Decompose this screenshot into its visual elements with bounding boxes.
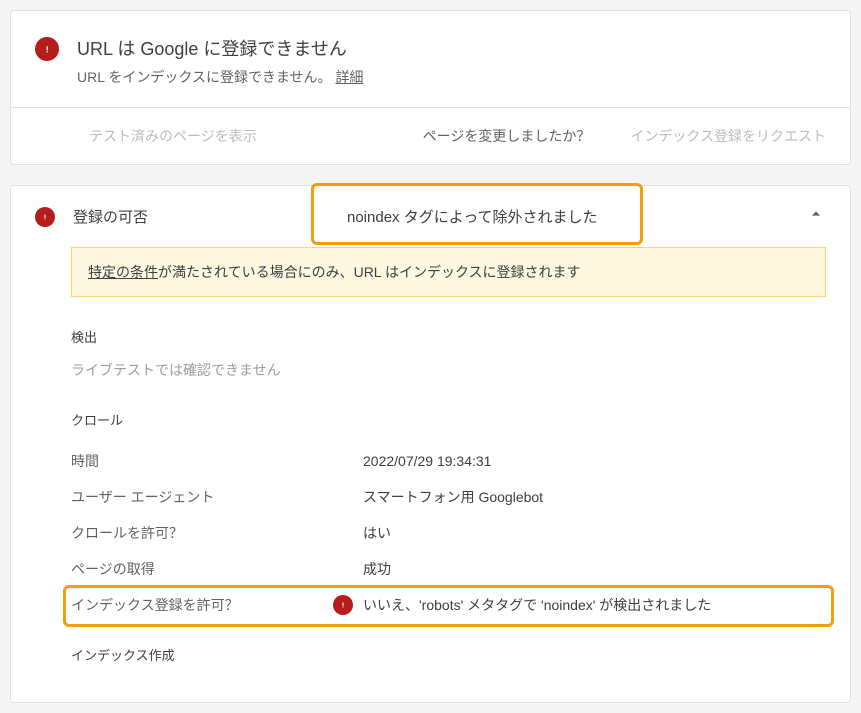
kv-row-allow-index: インデックス登録を許可？ いいえ、'robots' メタタグで 'noindex… [71, 587, 826, 623]
kv-row-page-fetch: ページの取得 成功 [71, 551, 826, 587]
error-icon [35, 37, 59, 61]
kv-key: ユーザー エージェント [71, 487, 333, 507]
kv-value: はい [363, 523, 391, 543]
page-changed-link[interactable]: ページを変更しましたか？ [423, 126, 591, 146]
notice-link[interactable]: 特定の条件 [88, 264, 158, 280]
registration-panel: 登録の可否 noindex タグによって除外されました 特定の条件が満たされてい… [10, 185, 851, 703]
kv-row-allow-crawl: クロールを許可？ はい [71, 515, 826, 551]
action-row: テスト済みのページを表示 ページを変更しましたか？ インデックス登録をリクエスト [11, 107, 850, 164]
chevron-up-icon [806, 204, 826, 229]
kv-row-allow-index-wrap: インデックス登録を許可？ いいえ、'robots' メタタグで 'noindex… [71, 587, 826, 623]
indexing-section-label: インデックス作成 [71, 645, 826, 664]
kv-key: ページの取得 [71, 559, 333, 579]
details-link[interactable]: 詳細 [335, 69, 363, 85]
request-indexing-link[interactable]: インデックス登録をリクエスト [630, 126, 826, 146]
kv-row-time: 時間 2022/07/29 19:34:31 [71, 443, 826, 479]
kv-key: インデックス登録を許可？ [71, 595, 333, 615]
view-tested-page-link[interactable]: テスト済みのページを表示 [89, 126, 257, 146]
kv-key: 時間 [71, 451, 333, 471]
crawl-section-label: クロール [71, 410, 826, 429]
kv-value: スマートフォン用 Googlebot [363, 487, 543, 507]
status-card: URL は Google に登録できません URL をインデックスに登録できませ… [10, 10, 851, 165]
panel-status: noindex タグによって除外されました [347, 206, 598, 227]
kv-value: いいえ、'robots' メタタグで 'noindex' が検出されました [363, 595, 711, 615]
panel-title: 登録の可否 [73, 206, 148, 227]
kv-row-agent: ユーザー エージェント スマートフォン用 Googlebot [71, 479, 826, 515]
error-icon [35, 207, 55, 227]
detection-section-text: ライブテストでは確認できません [71, 360, 826, 380]
status-text: URL は Google に登録できません URL をインデックスに登録できませ… [77, 35, 363, 87]
notice-box: 特定の条件が満たされている場合にのみ、URL はインデックスに登録されます [71, 247, 826, 297]
error-icon [333, 595, 353, 615]
status-header: URL は Google に登録できません URL をインデックスに登録できませ… [11, 11, 850, 107]
kv-value: 成功 [363, 559, 391, 579]
panel-body: 特定の条件が満たされている場合にのみ、URL はインデックスに登録されます 検出… [11, 247, 850, 702]
status-title: URL は Google に登録できません [77, 35, 363, 61]
status-subtitle: URL をインデックスに登録できません。 詳細 [77, 67, 363, 87]
panel-header[interactable]: 登録の可否 noindex タグによって除外されました [11, 186, 850, 247]
kv-value: 2022/07/29 19:34:31 [363, 453, 491, 469]
kv-key: クロールを許可？ [71, 523, 333, 543]
detection-section-label: 検出 [71, 327, 826, 346]
